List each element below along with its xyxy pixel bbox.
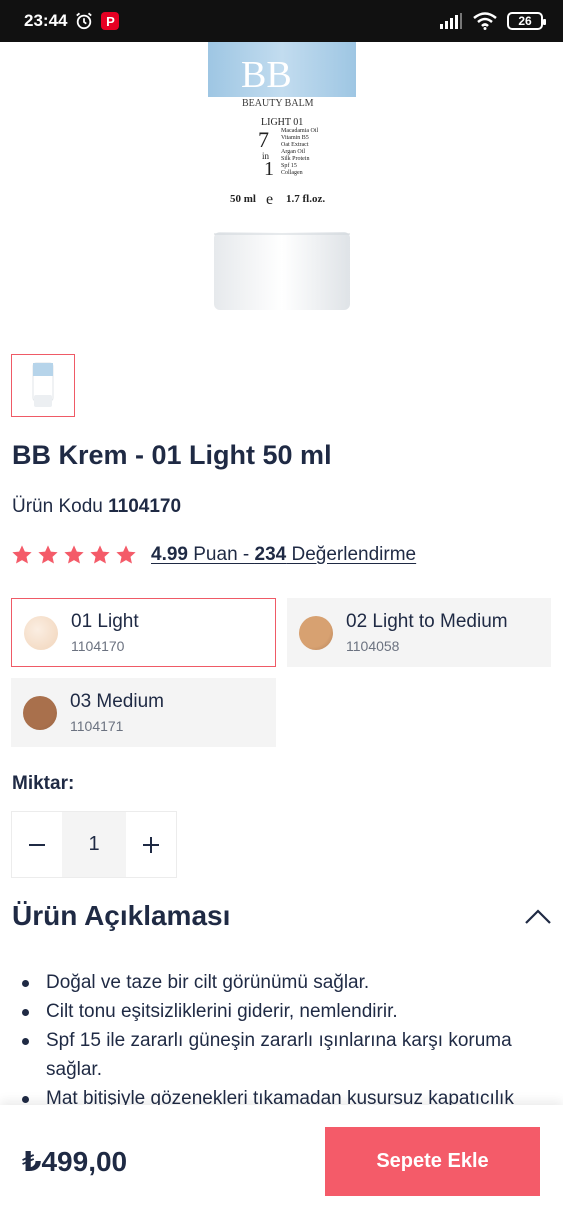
svg-text:Vitamin B5: Vitamin B5 bbox=[281, 135, 309, 141]
status-left: 23:44 P bbox=[24, 11, 120, 31]
rating-score-suffix: Puan - bbox=[187, 544, 255, 565]
increase-quantity-button[interactable] bbox=[126, 812, 176, 877]
battery-indicator: 26 bbox=[507, 12, 546, 30]
signal-icon bbox=[440, 13, 462, 29]
rating-count: 234 bbox=[254, 544, 287, 565]
product-image[interactable]: BB BEAUTY BALM LIGHT 01 7 in 1 Macadamia… bbox=[0, 42, 563, 332]
rating-row: 4.99 Puan - 234 Değerlendirme bbox=[11, 544, 416, 566]
product-code: Ürün Kodu 1104170 bbox=[12, 496, 181, 518]
svg-text:Collagen: Collagen bbox=[281, 170, 303, 176]
variant-swatch bbox=[24, 615, 58, 650]
status-bar: 23:44 P 26 bbox=[0, 0, 563, 42]
product-code-value: 1104170 bbox=[108, 496, 182, 517]
variant-swatch bbox=[299, 615, 333, 650]
svg-text:7: 7 bbox=[258, 127, 269, 152]
description-list: Doğal ve taze bir cilt görünümü sağlar. … bbox=[22, 968, 537, 1113]
star-icon bbox=[64, 545, 84, 564]
variant-option-03-medium[interactable]: 03 Medium 1104171 bbox=[11, 678, 276, 747]
add-to-cart-button[interactable]: Sepete Ekle bbox=[325, 1127, 540, 1196]
quantity-value[interactable]: 1 bbox=[62, 812, 126, 877]
variant-name: 03 Medium bbox=[70, 690, 164, 712]
description-header[interactable]: Ürün Açıklaması bbox=[12, 900, 552, 932]
variant-name: 02 Light to Medium bbox=[346, 610, 508, 632]
tube-beauty-balm: BEAUTY BALM bbox=[242, 98, 314, 109]
svg-text:50 ml: 50 ml bbox=[230, 193, 256, 205]
variant-name: 01 Light bbox=[71, 610, 139, 632]
variant-option-01-light[interactable]: 01 Light 1104170 bbox=[11, 598, 276, 667]
description-title: Ürün Açıklaması bbox=[12, 900, 231, 931]
pinterest-icon: P bbox=[101, 12, 120, 30]
variant-code: 1104170 bbox=[71, 637, 125, 654]
chevron-up-icon[interactable] bbox=[524, 907, 552, 925]
rating-stars bbox=[11, 544, 137, 566]
quantity-stepper: 1 bbox=[11, 811, 177, 878]
svg-text:Argan Oil: Argan Oil bbox=[281, 149, 305, 155]
description-item: Cilt tonu eşitsizliklerini giderir, neml… bbox=[22, 997, 537, 1026]
svg-text:Silk Protein: Silk Protein bbox=[281, 156, 310, 162]
minus-icon bbox=[29, 843, 45, 846]
description-item: Spf 15 ile zararlı güneşin zararlı ışınl… bbox=[22, 1026, 537, 1084]
star-icon bbox=[38, 545, 58, 564]
decrease-quantity-button[interactable] bbox=[12, 812, 62, 877]
wifi-icon bbox=[473, 12, 497, 30]
product-price: ₺499,00 bbox=[22, 1146, 128, 1177]
product-thumbnail[interactable] bbox=[11, 354, 75, 417]
rating-count-suffix: Değerlendirme bbox=[286, 544, 417, 565]
svg-text:1: 1 bbox=[264, 158, 274, 180]
status-right: 26 bbox=[439, 12, 546, 30]
thumbnail-tube-image bbox=[32, 362, 54, 407]
bottom-action-bar: ₺499,00 Sepete Ekle bbox=[0, 1105, 563, 1219]
plus-icon bbox=[143, 836, 159, 853]
variant-code: 1104171 bbox=[70, 717, 124, 734]
star-icon bbox=[90, 545, 110, 564]
svg-text:1.7 fl.oz.: 1.7 fl.oz. bbox=[286, 193, 325, 205]
status-time: 23:44 bbox=[24, 11, 68, 30]
svg-text:Macadamia Oil: Macadamia Oil bbox=[281, 128, 318, 134]
variant-swatch bbox=[23, 695, 57, 730]
variant-option-02-light-to-medium[interactable]: 02 Light to Medium 1104058 bbox=[287, 598, 551, 667]
quantity-label: Miktar: bbox=[12, 773, 75, 794]
tube-bb-text: BB bbox=[241, 54, 292, 96]
rating-score: 4.99 bbox=[151, 544, 188, 565]
variant-code: 1104058 bbox=[346, 637, 400, 654]
description-item: Doğal ve taze bir cilt görünümü sağlar. bbox=[22, 968, 537, 997]
product-title: BB Krem - 01 Light 50 ml bbox=[12, 440, 332, 470]
star-icon bbox=[116, 545, 136, 564]
star-icon bbox=[12, 545, 32, 564]
rating-link[interactable]: 4.99 Puan - 234 Değerlendirme bbox=[151, 544, 416, 566]
svg-text:Spf 15: Spf 15 bbox=[281, 162, 297, 169]
svg-text:e: e bbox=[266, 191, 273, 208]
svg-text:Oat Extract: Oat Extract bbox=[281, 142, 309, 148]
product-code-label: Ürün Kodu bbox=[12, 496, 103, 517]
product-tube-image: BB BEAUTY BALM LIGHT 01 7 in 1 Macadamia… bbox=[208, 42, 356, 310]
alarm-icon bbox=[76, 12, 93, 30]
